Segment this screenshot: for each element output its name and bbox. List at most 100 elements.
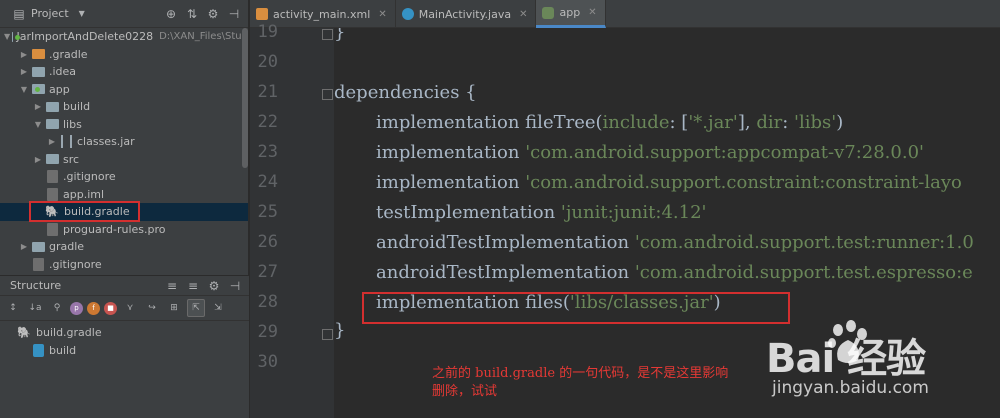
gear-icon[interactable]: ⚙ bbox=[206, 278, 222, 294]
tab-mainactivity-java[interactable]: MainActivity.java ✕ bbox=[396, 0, 537, 28]
scroll-from-source-icon[interactable]: ⊕ bbox=[163, 6, 179, 22]
gear-icon[interactable]: ⚙ bbox=[205, 6, 221, 22]
hide-icon[interactable]: ⊣ bbox=[226, 6, 242, 22]
project-tree: ▼ JarImportAndDelete0228 D:\XAN_Files\Stud… bbox=[0, 28, 248, 273]
annotation-text: 之前的 build.gradle 的一句代码，是不是这里影响 bbox=[432, 366, 729, 381]
project-view-icon[interactable]: ▤ bbox=[11, 6, 27, 22]
collapsed-arrow-icon[interactable]: ▶ bbox=[32, 155, 44, 164]
expand-icon[interactable]: ⊞ bbox=[165, 299, 183, 317]
watermark-url: jingyan.baidu.com bbox=[772, 378, 929, 398]
tree-item-label: src bbox=[63, 152, 80, 166]
tree-item-label: build bbox=[63, 100, 91, 114]
code-line-27: androidTestImplementation 'com.android.s… bbox=[376, 262, 973, 283]
folder-icon bbox=[46, 154, 59, 165]
line-number: 28 bbox=[257, 292, 278, 312]
tree-item[interactable]: ▼ app bbox=[0, 81, 248, 99]
hide-icon[interactable]: ⊣ bbox=[227, 278, 243, 294]
code-line-29: } bbox=[334, 320, 346, 341]
collapsed-arrow-icon[interactable]: ▶ bbox=[18, 242, 30, 251]
line-number: 30 bbox=[257, 352, 278, 372]
collapse-all-icon[interactable]: ≡ bbox=[185, 278, 201, 294]
autoscroll-from-source-icon[interactable]: ⇲ bbox=[209, 299, 227, 317]
show-non-public-icon[interactable]: ■ bbox=[104, 301, 117, 315]
dropdown-icon[interactable]: ▼ bbox=[74, 6, 90, 22]
autoscroll-to-source-icon[interactable]: ⇱ bbox=[187, 299, 205, 317]
tree-item[interactable]: ▶ build bbox=[0, 98, 248, 116]
folder-icon bbox=[46, 101, 59, 112]
line-number: 23 bbox=[257, 142, 278, 162]
close-icon[interactable]: ✕ bbox=[519, 9, 527, 20]
folder-icon bbox=[32, 66, 45, 77]
tree-item[interactable]: .gitignore bbox=[0, 256, 248, 274]
tree-item[interactable]: ▼ libs bbox=[0, 116, 248, 134]
code-line-26: androidTestImplementation 'com.android.s… bbox=[376, 232, 974, 253]
tree-item-label: app bbox=[49, 82, 70, 96]
show-properties-icon[interactable]: p bbox=[70, 301, 83, 315]
code-line-22: implementation fileTree(include: ['*.jar… bbox=[376, 112, 844, 133]
project-scrollbar[interactable] bbox=[242, 28, 248, 168]
java-class-icon bbox=[401, 8, 414, 20]
show-anonymous-icon[interactable]: ↪ bbox=[143, 299, 161, 317]
collapsed-arrow-icon[interactable]: ▶ bbox=[46, 137, 58, 146]
tree-item-label: gradle bbox=[49, 240, 85, 254]
tree-item-label: .gitignore bbox=[49, 257, 102, 271]
module-folder-icon bbox=[32, 84, 45, 95]
tree-item-path: D:\XAN_Files\Stud bbox=[159, 31, 248, 43]
expand-all-icon[interactable]: ≡ bbox=[164, 278, 180, 294]
line-number: 29 bbox=[257, 322, 278, 342]
tree-item[interactable]: proguard-rules.pro bbox=[0, 221, 248, 239]
sort-alpha-icon[interactable]: ↓a bbox=[26, 299, 44, 317]
collapsed-arrow-icon[interactable]: ▶ bbox=[18, 50, 30, 59]
baidu-watermark: Bai 经验 jingyan.baidu.com bbox=[758, 318, 1000, 418]
fold-marker-icon[interactable] bbox=[322, 29, 333, 40]
code-line-21: dependencies { bbox=[334, 82, 477, 103]
tree-item[interactable]: .gitignore bbox=[0, 168, 248, 186]
line-number: 24 bbox=[257, 172, 278, 192]
jar-icon bbox=[61, 135, 72, 149]
sort-visibility-icon[interactable]: ↕ bbox=[4, 299, 22, 317]
expanded-arrow-icon[interactable]: ▼ bbox=[18, 85, 30, 94]
tree-item[interactable]: ▶ src bbox=[0, 151, 248, 169]
tree-item[interactable]: ▶ .gradle bbox=[0, 46, 248, 64]
tab-label: MainActivity.java bbox=[418, 7, 512, 21]
show-lambdas-icon[interactable]: ⋎ bbox=[121, 299, 139, 317]
project-panel-title[interactable]: Project bbox=[31, 7, 69, 20]
close-icon[interactable]: ✕ bbox=[378, 9, 386, 20]
collapsed-arrow-icon[interactable]: ▶ bbox=[18, 67, 30, 76]
project-panel-header: ▤ Project ▼ ⊕ ⇅ ⚙ ⊣ bbox=[0, 0, 248, 28]
close-icon[interactable]: ✕ bbox=[588, 7, 596, 18]
tree-item[interactable]: build bbox=[0, 342, 249, 360]
folder-icon bbox=[46, 119, 59, 130]
project-tool-window: ▤ Project ▼ ⊕ ⇅ ⚙ ⊣ ▼ JarImportAndDelete0… bbox=[0, 0, 249, 418]
file-icon bbox=[47, 222, 58, 236]
tree-item[interactable]: ▶ classes.jar bbox=[0, 133, 248, 151]
tree-item-label: .gitignore bbox=[63, 170, 116, 184]
show-inherited-icon[interactable]: ⚲ bbox=[48, 299, 66, 317]
tree-item[interactable]: 🐘 build.gradle bbox=[0, 324, 249, 342]
tab-label: app bbox=[559, 6, 581, 19]
tree-item-label: libs bbox=[63, 117, 82, 131]
structure-tool-window: Structure ≡ ≡ ⚙ ⊣ ↕ ↓a ⚲ p f ■ ⋎ ↪ ⊞ ⇱ ⇲… bbox=[0, 275, 249, 418]
collapse-all-icon[interactable]: ⇅ bbox=[184, 6, 200, 22]
tree-item-label: classes.jar bbox=[77, 135, 135, 149]
editor-gutter: 19 20 21 22 23 24 25 26 27 28 29 30 bbox=[250, 22, 334, 418]
tree-item[interactable]: ▶ .idea bbox=[0, 63, 248, 81]
collapsed-arrow-icon[interactable]: ▶ bbox=[32, 102, 44, 111]
line-number: 21 bbox=[257, 82, 278, 102]
gradle-icon: 🐘 bbox=[17, 325, 31, 339]
gradle-icon bbox=[542, 6, 555, 19]
tab-app[interactable]: app ✕ bbox=[536, 0, 606, 28]
code-line-24: implementation 'com.android.support.cons… bbox=[376, 172, 962, 193]
tree-item-label: .gradle bbox=[49, 47, 88, 61]
tree-item-label: proguard-rules.pro bbox=[63, 222, 166, 236]
fold-marker-icon[interactable] bbox=[322, 329, 333, 340]
folder-icon bbox=[32, 241, 45, 252]
tree-item[interactable]: ▼ JarImportAndDelete0228 D:\XAN_Files\Stud bbox=[0, 28, 248, 46]
expanded-arrow-icon[interactable]: ▼ bbox=[32, 120, 44, 129]
fold-marker-icon[interactable] bbox=[322, 89, 333, 100]
show-fields-icon[interactable]: f bbox=[87, 301, 100, 315]
watermark-brand: Bai 经验 bbox=[766, 336, 926, 382]
expanded-arrow-icon[interactable]: ▼ bbox=[4, 32, 10, 41]
structure-panel-title: Structure bbox=[10, 279, 62, 292]
tree-item[interactable]: ▶ gradle bbox=[0, 238, 248, 256]
